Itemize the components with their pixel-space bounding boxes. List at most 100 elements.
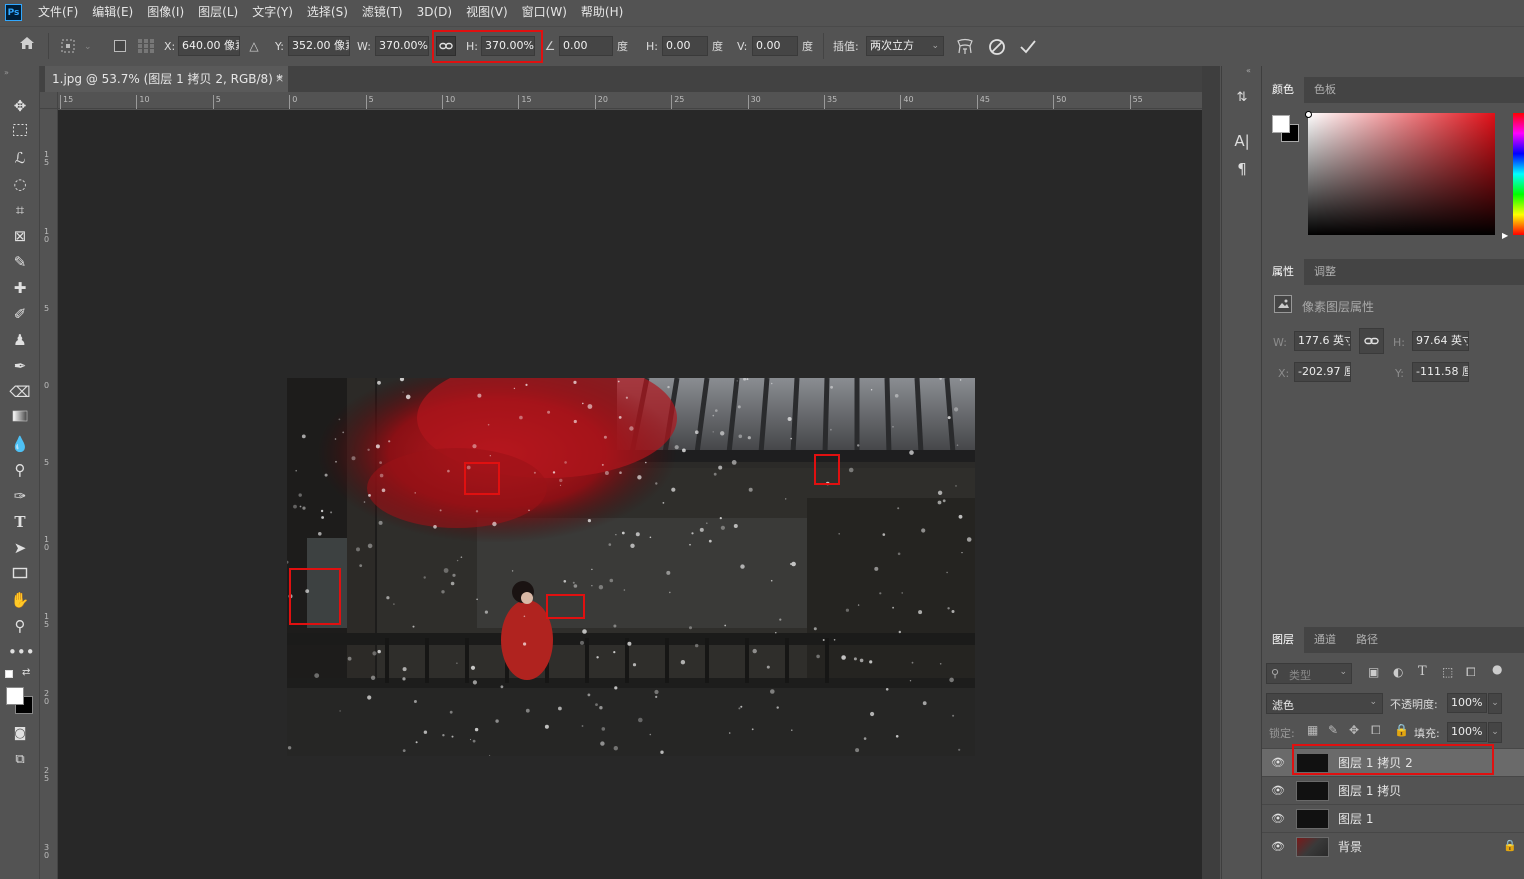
- filter-pixel-icon[interactable]: ▣: [1368, 665, 1379, 679]
- history-brush-tool-icon[interactable]: ✒: [8, 355, 32, 377]
- swap-colors-icon[interactable]: ⇄: [22, 667, 30, 678]
- pen-tool-icon[interactable]: ✑: [8, 485, 32, 507]
- rectangle-tool-icon[interactable]: [8, 563, 32, 585]
- tab-color[interactable]: 颜色: [1262, 77, 1304, 103]
- character-panel-icon[interactable]: A|: [1232, 132, 1252, 152]
- lock-all-icon[interactable]: 🔒: [1394, 723, 1409, 737]
- menu-view[interactable]: 视图(V): [459, 0, 515, 25]
- foreground-color-swatch[interactable]: [6, 687, 24, 705]
- vertical-ruler[interactable]: 1 5 1 0 5 0 5 1 0 1 5 2 0 2 5 3 0: [40, 109, 58, 879]
- color-picker-cursor[interactable]: [1305, 111, 1312, 118]
- tab-properties[interactable]: 属性: [1262, 259, 1304, 285]
- crop-tool-icon[interactable]: ⌗: [8, 199, 32, 221]
- visibility-eye-icon[interactable]: 👁: [1271, 812, 1285, 826]
- reference-point-checkbox[interactable]: [114, 40, 126, 52]
- layer-row[interactable]: 👁 图层 1 拷贝: [1262, 776, 1524, 804]
- screen-mode-icon[interactable]: ⧉: [8, 749, 32, 771]
- frame-tool-icon[interactable]: ⊠: [8, 225, 32, 247]
- commit-icon[interactable]: [1018, 37, 1038, 57]
- marquee-tool-icon[interactable]: [8, 121, 32, 143]
- visibility-eye-icon[interactable]: 👁: [1271, 756, 1285, 770]
- filter-type-icon[interactable]: T: [1418, 664, 1427, 679]
- document-image[interactable]: [287, 378, 975, 756]
- lock-image-icon[interactable]: ✎: [1328, 723, 1338, 737]
- warp-icon[interactable]: [955, 37, 975, 57]
- collapse-toolbar-icon[interactable]: »: [4, 68, 9, 77]
- filter-toggle-icon[interactable]: ●: [1492, 662, 1502, 676]
- menu-window[interactable]: 窗口(W): [515, 0, 574, 25]
- dodge-tool-icon[interactable]: ⚲: [8, 459, 32, 481]
- blur-tool-icon[interactable]: 💧: [8, 433, 32, 455]
- more-tools-icon[interactable]: •••: [8, 641, 35, 663]
- menu-3d[interactable]: 3D(D): [410, 0, 459, 25]
- angle-input[interactable]: 0.00: [559, 36, 613, 56]
- eyedropper-tool-icon[interactable]: ✎: [8, 251, 32, 273]
- ruler-origin[interactable]: [40, 92, 58, 109]
- canvas-scrollbar[interactable]: [1202, 66, 1220, 879]
- hskew-input[interactable]: 0.00: [662, 36, 708, 56]
- tab-adjustments[interactable]: 调整: [1304, 259, 1346, 285]
- opacity-dropdown-icon[interactable]: ⌄: [1488, 693, 1502, 714]
- interpolation-select[interactable]: 两次立方 ⌄: [866, 36, 944, 56]
- hue-slider[interactable]: [1513, 113, 1524, 235]
- menu-help[interactable]: 帮助(H): [574, 0, 630, 25]
- reference-point-icon[interactable]: [58, 38, 80, 54]
- x-input[interactable]: 640.00 像素: [178, 36, 240, 56]
- prop-y-input[interactable]: -111.58 厘: [1412, 362, 1469, 382]
- eraser-tool-icon[interactable]: ⌫: [8, 381, 32, 403]
- menu-select[interactable]: 选择(S): [300, 0, 355, 25]
- gradient-tool-icon[interactable]: [8, 407, 32, 429]
- menu-layer[interactable]: 图层(L): [191, 0, 245, 25]
- horizontal-ruler[interactable]: 15 10 5 0 5 10 15 20 25 30 35 40 45 50 55: [58, 92, 1202, 109]
- layer-row[interactable]: 👁 图层 1: [1262, 804, 1524, 832]
- lock-position-icon[interactable]: ✥: [1349, 723, 1359, 737]
- blend-mode-select[interactable]: 滤色 ⌄: [1266, 693, 1383, 714]
- delta-icon[interactable]: △: [246, 36, 262, 56]
- prop-height-input[interactable]: 97.64 英寸: [1412, 331, 1469, 351]
- paragraph-panel-icon[interactable]: ¶: [1233, 160, 1251, 180]
- tab-paths[interactable]: 路径: [1346, 627, 1388, 653]
- fg-color-chip[interactable]: [1272, 115, 1290, 133]
- link-icon[interactable]: [436, 36, 456, 56]
- height-input[interactable]: 370.00%: [481, 36, 535, 56]
- hand-tool-icon[interactable]: ✋: [8, 589, 32, 611]
- menu-edit[interactable]: 编辑(E): [85, 0, 140, 25]
- width-input[interactable]: 370.00%: [375, 36, 429, 56]
- fill-input[interactable]: 100%: [1447, 722, 1487, 742]
- home-icon[interactable]: [16, 36, 38, 56]
- prop-link-icon[interactable]: [1359, 328, 1384, 354]
- prop-x-input[interactable]: -202.97 厘: [1294, 362, 1351, 382]
- hue-slider-thumb[interactable]: ▶: [1502, 231, 1508, 240]
- quick-select-tool-icon[interactable]: ◌: [8, 173, 32, 195]
- menu-filter[interactable]: 滤镜(T): [355, 0, 410, 25]
- menu-file[interactable]: 文件(F): [31, 0, 85, 25]
- filter-smart-object-icon[interactable]: ⧠: [1466, 665, 1476, 680]
- layer-filter-select[interactable]: ⚲ 类型 ⌄: [1266, 663, 1352, 684]
- type-tool-icon[interactable]: T: [8, 511, 32, 533]
- vskew-input[interactable]: 0.00: [752, 36, 798, 56]
- menu-type[interactable]: 文字(Y): [245, 0, 300, 25]
- quick-mask-icon[interactable]: ◙: [8, 723, 32, 745]
- visibility-eye-icon[interactable]: 👁: [1271, 784, 1285, 798]
- move-tool-icon[interactable]: ✥: [8, 95, 32, 117]
- menu-image[interactable]: 图像(I): [140, 0, 191, 25]
- tab-layers[interactable]: 图层: [1262, 627, 1304, 653]
- chevron-down-icon[interactable]: ⌄: [84, 37, 92, 57]
- path-select-tool-icon[interactable]: ➤: [8, 537, 32, 559]
- zoom-tool-icon[interactable]: ⚲: [8, 615, 32, 637]
- tab-channels[interactable]: 通道: [1304, 627, 1346, 653]
- prop-width-input[interactable]: 177.6 英寸: [1294, 331, 1351, 351]
- tab-swatches[interactable]: 色板: [1304, 77, 1346, 103]
- lasso-tool-icon[interactable]: ℒ: [8, 147, 32, 169]
- cancel-icon[interactable]: [987, 37, 1007, 57]
- brush-tool-icon[interactable]: ✐: [8, 303, 32, 325]
- y-input[interactable]: 352.00 像素: [288, 36, 350, 56]
- stamp-tool-icon[interactable]: ♟: [8, 329, 32, 351]
- filter-adjustment-icon[interactable]: ◐: [1393, 665, 1403, 679]
- properties-panel-icon[interactable]: ⇅: [1233, 90, 1251, 110]
- default-colors-icon[interactable]: [5, 670, 13, 678]
- reference-grid-icon[interactable]: [136, 38, 156, 54]
- visibility-eye-icon[interactable]: 👁: [1271, 840, 1285, 854]
- filter-shape-icon[interactable]: ⬚: [1442, 665, 1453, 679]
- layer-row[interactable]: 👁 背景 🔒: [1262, 832, 1524, 860]
